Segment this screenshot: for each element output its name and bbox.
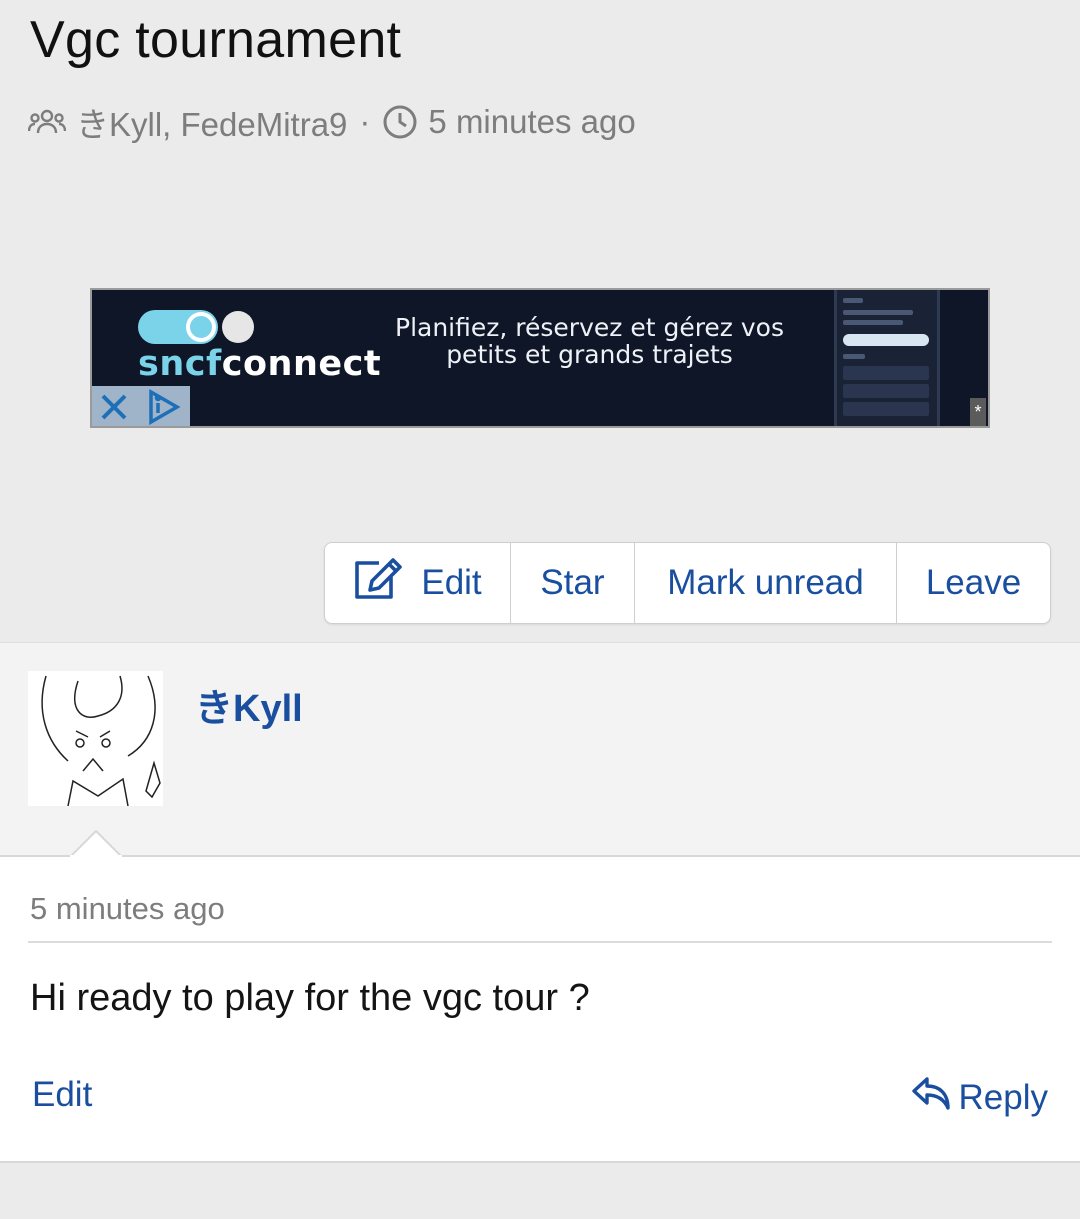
reply-arrow-icon xyxy=(911,1075,951,1120)
post-header: きKyll xyxy=(0,642,1080,857)
ad-banner[interactable]: sncfconnect Planifiez, réservez et gérez… xyxy=(90,288,990,428)
post-divider xyxy=(28,941,1052,943)
post-body: 5 minutes ago Hi ready to play for the v… xyxy=(0,855,1080,1163)
edit-pencil-icon xyxy=(353,557,403,610)
participants-text: きKyll, FedeMitra9 xyxy=(76,106,348,143)
mark-unread-button[interactable]: Mark unread xyxy=(635,543,897,623)
post-author[interactable]: きKyll xyxy=(195,677,303,732)
mark-unread-button-label: Mark unread xyxy=(667,563,864,602)
thread-time: 5 minutes ago xyxy=(428,103,636,140)
ad-slogan: Planifiez, réservez et gérez vos petits … xyxy=(392,314,787,368)
leave-button-label: Leave xyxy=(925,563,1022,602)
meta-separator: · xyxy=(359,103,371,140)
reply-button[interactable]: Reply xyxy=(911,1075,1048,1120)
post-message: Hi ready to play for the vgc tour ? xyxy=(30,977,590,1019)
ad-brand-part1: sncf xyxy=(138,344,222,384)
ad-brand-part2: connect xyxy=(221,344,382,384)
reply-label: Reply xyxy=(958,1077,1048,1117)
adchoices-icon[interactable] xyxy=(136,386,190,426)
avatar[interactable] xyxy=(28,671,163,807)
edit-button-label: Edit xyxy=(421,563,482,602)
thread-actions: Edit Star Mark unread Leave xyxy=(324,542,1051,624)
ad-brand: sncfconnect xyxy=(138,344,381,384)
ad-slogan-line1: Planifiez, réservez et gérez vos xyxy=(395,313,784,342)
post-caret xyxy=(70,829,122,857)
thread-title: Vgc tournament xyxy=(30,11,402,69)
ad-star: * xyxy=(970,398,986,426)
sncf-logo-toggle-icon xyxy=(138,310,254,344)
ad-slogan-line2: petits et grands trajets xyxy=(446,340,733,369)
clock-icon xyxy=(382,104,418,140)
group-icon xyxy=(28,107,66,137)
star-button-label: Star xyxy=(540,563,605,602)
leave-button[interactable]: Leave xyxy=(897,543,1050,623)
edit-button[interactable]: Edit xyxy=(325,543,511,623)
post-time: 5 minutes ago xyxy=(30,891,225,926)
post-edit-link[interactable]: Edit xyxy=(32,1075,92,1115)
close-icon[interactable] xyxy=(92,386,136,426)
ad-phone-mockup xyxy=(834,290,940,426)
thread-meta: きKyll, FedeMitra9 · 5 minutes ago xyxy=(28,98,636,146)
star-button[interactable]: Star xyxy=(511,543,635,623)
